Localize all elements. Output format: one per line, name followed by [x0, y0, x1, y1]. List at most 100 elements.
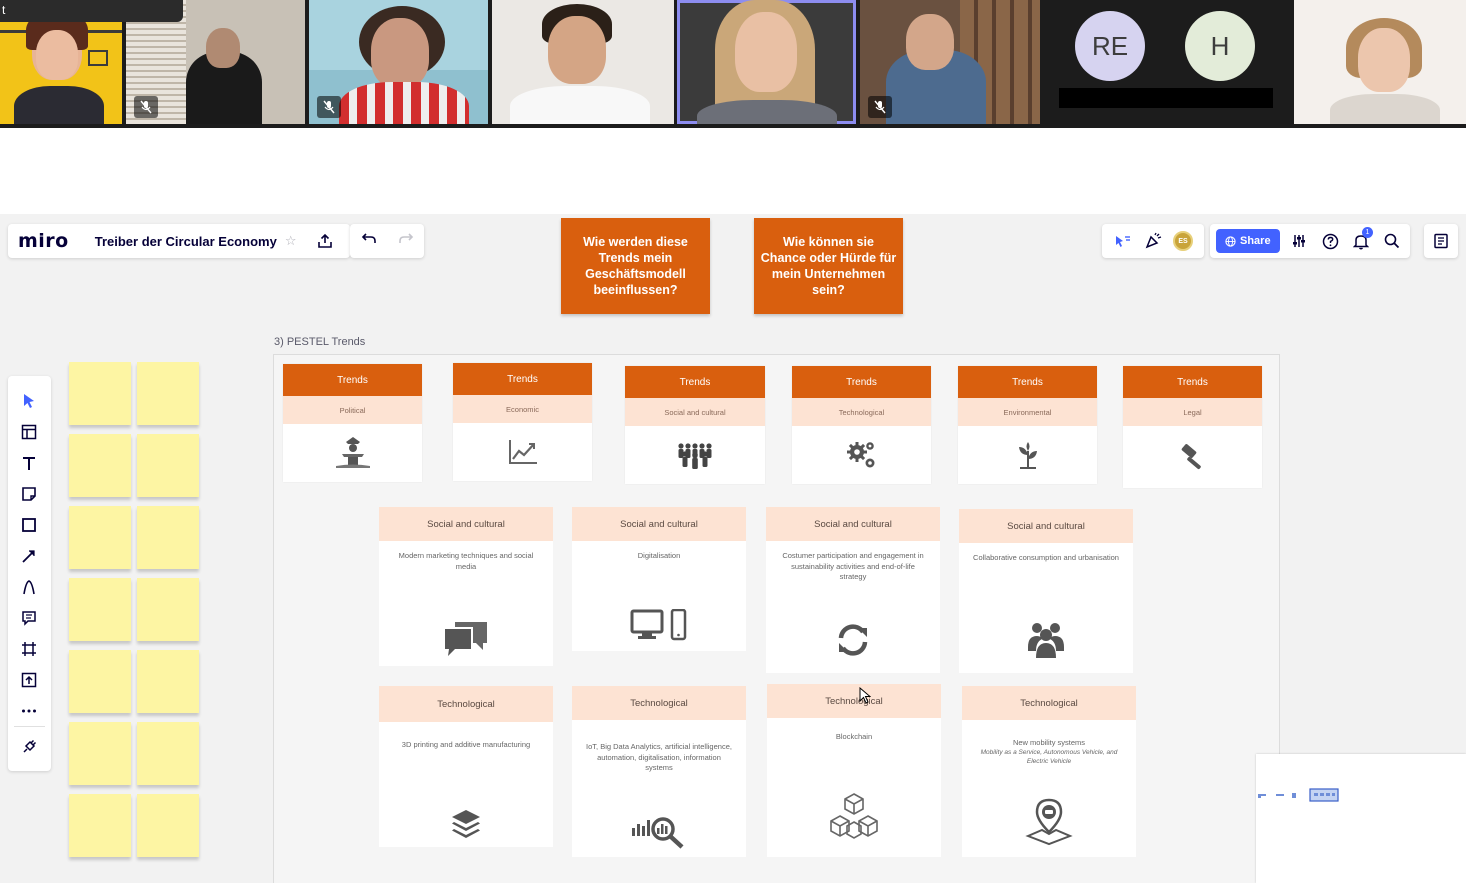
miro-board-canvas[interactable]: miro Treiber der Circular Economy ☆ Wie … — [0, 214, 1466, 883]
meeting-window-tab-label: t — [2, 3, 6, 17]
participant-avatar[interactable]: RE — [1075, 11, 1145, 81]
social-cultural-card[interactable]: Social and cultural Digitalisation — [572, 507, 746, 651]
layers-icon — [379, 808, 553, 840]
participant-tile[interactable] — [492, 0, 674, 124]
sticky-note[interactable] — [137, 578, 199, 641]
text-tool-icon[interactable] — [16, 450, 42, 476]
miro-logo[interactable]: miro — [18, 230, 69, 252]
board-header: miro Treiber der Circular Economy ☆ — [8, 224, 351, 258]
gavel-icon — [1123, 426, 1262, 488]
sticky-note[interactable] — [69, 650, 131, 713]
trend-card-category: Legal — [1123, 398, 1262, 426]
sticky-note-tool-icon[interactable] — [16, 481, 42, 507]
upload-tool-icon[interactable] — [16, 667, 42, 693]
trend-card-political[interactable]: Trends Political — [283, 364, 422, 482]
sticky-note[interactable] — [69, 794, 131, 857]
board-minimap[interactable] — [1256, 754, 1466, 883]
redo-icon[interactable] — [398, 232, 414, 251]
participant-tile[interactable] — [860, 0, 1040, 124]
sticky-note[interactable] — [69, 578, 131, 641]
notes-panel-button[interactable] — [1424, 224, 1458, 258]
pen-tool-icon[interactable] — [16, 574, 42, 600]
sticky-note[interactable] — [137, 722, 199, 785]
sticky-note[interactable] — [137, 434, 199, 497]
question-sticky-note[interactable]: Wie werden diese Trends mein Geschäftsmo… — [561, 218, 710, 314]
detail-card-subtext: Mobility as a Service, Autonomous Vehicl… — [980, 748, 1118, 766]
participant-avatar[interactable]: H — [1185, 11, 1255, 81]
technological-card[interactable]: Technological Blockchain — [767, 684, 941, 857]
trend-card-technological[interactable]: Trends Technological — [792, 366, 931, 484]
sticky-note[interactable] — [137, 506, 199, 569]
detail-card-text: IoT, Big Data Analytics, artificial inte… — [586, 742, 732, 772]
social-cultural-card[interactable]: Social and cultural Collaborative consum… — [959, 509, 1133, 673]
detail-card-text: New mobility systems — [1012, 738, 1086, 747]
templates-tool-icon[interactable] — [16, 419, 42, 445]
avatar-initials: H — [1210, 30, 1230, 61]
participant-tile[interactable] — [309, 0, 488, 124]
detail-card-title: Technological — [572, 686, 746, 720]
apps-plug-icon[interactable] — [16, 734, 42, 760]
social-cultural-card[interactable]: Social and cultural Modern marketing tec… — [379, 507, 553, 666]
crowd-icon — [625, 426, 765, 484]
question-sticky-note[interactable]: Wie können sie Chance oder Hürde für mei… — [754, 218, 903, 314]
comment-tool-icon[interactable] — [16, 605, 42, 631]
sticky-note[interactable] — [137, 650, 199, 713]
share-button[interactable]: Share — [1216, 229, 1280, 253]
shape-tool-icon[interactable] — [16, 512, 42, 538]
trend-card-category: Economic — [453, 395, 592, 423]
notes-icon — [1434, 233, 1448, 249]
location-car-icon — [962, 798, 1136, 846]
trend-card-category: Political — [283, 396, 422, 424]
undo-icon[interactable] — [361, 232, 377, 251]
sticky-note[interactable] — [69, 722, 131, 785]
star-icon[interactable]: ☆ — [285, 233, 297, 249]
participant-tile-active-speaker[interactable] — [677, 0, 856, 124]
notifications-bell-icon[interactable]: 1 — [1350, 227, 1373, 253]
connection-line-tool-icon[interactable] — [16, 543, 42, 569]
trend-card-social[interactable]: Trends Social and cultural — [625, 366, 765, 484]
sticky-note[interactable] — [137, 794, 199, 857]
frame-title[interactable]: 3) PESTEL Trends — [274, 336, 365, 348]
trend-card-title: Trends — [1123, 366, 1262, 398]
sticky-note[interactable] — [69, 506, 131, 569]
question-text: Wie können sie Chance oder Hürde für mei… — [760, 235, 897, 297]
notification-count-badge: 1 — [1361, 227, 1373, 238]
select-tool-icon[interactable] — [16, 388, 42, 414]
line-chart-icon — [453, 423, 592, 481]
question-text: Wie werden diese Trends mein Geschäftsmo… — [583, 235, 688, 297]
export-icon[interactable] — [310, 228, 340, 254]
participant-tile[interactable] — [1294, 0, 1466, 124]
technological-card[interactable]: Technological IoT, Big Data Analytics, a… — [572, 686, 746, 857]
sticky-note[interactable] — [69, 434, 131, 497]
trend-card-environmental[interactable]: Trends Environmental — [958, 366, 1097, 484]
trend-card-category: Environmental — [958, 398, 1097, 426]
trend-card-economic[interactable]: Trends Economic — [453, 363, 592, 481]
board-actions-bar: Share 1 — [1210, 224, 1410, 258]
sticky-note[interactable] — [137, 362, 199, 425]
technological-card[interactable]: Technological New mobility systems Mobil… — [962, 686, 1136, 857]
search-icon[interactable] — [1381, 229, 1404, 253]
trend-card-legal[interactable]: Trends Legal — [1123, 366, 1262, 488]
trend-card-title: Trends — [625, 366, 765, 398]
social-cultural-card[interactable]: Social and cultural Costumer participati… — [766, 507, 940, 673]
celebrate-icon[interactable] — [1141, 229, 1165, 253]
user-avatar[interactable]: ES — [1171, 229, 1195, 253]
trend-card-title: Trends — [792, 366, 931, 398]
trend-card-title: Trends — [283, 364, 422, 396]
more-tools-icon[interactable] — [16, 698, 42, 724]
undo-redo-bar — [350, 224, 424, 258]
politician-podium-icon — [283, 424, 422, 482]
minimap-preview-icon — [1258, 788, 1339, 802]
sticky-note[interactable] — [69, 362, 131, 425]
technological-card[interactable]: Technological 3D printing and additive m… — [379, 686, 553, 847]
detail-card-title: Social and cultural — [766, 507, 940, 541]
bring-everyone-icon[interactable] — [1111, 229, 1135, 253]
help-icon[interactable] — [1319, 229, 1342, 253]
group-icon — [959, 619, 1133, 659]
collaboration-toolbar: ES — [1102, 224, 1204, 258]
settings-sliders-icon[interactable] — [1288, 229, 1311, 253]
board-title[interactable]: Treiber der Circular Economy — [95, 234, 277, 249]
muted-mic-icon — [317, 96, 341, 118]
meeting-window-tab[interactable]: t — [0, 0, 183, 22]
frame-tool-icon[interactable] — [16, 636, 42, 662]
